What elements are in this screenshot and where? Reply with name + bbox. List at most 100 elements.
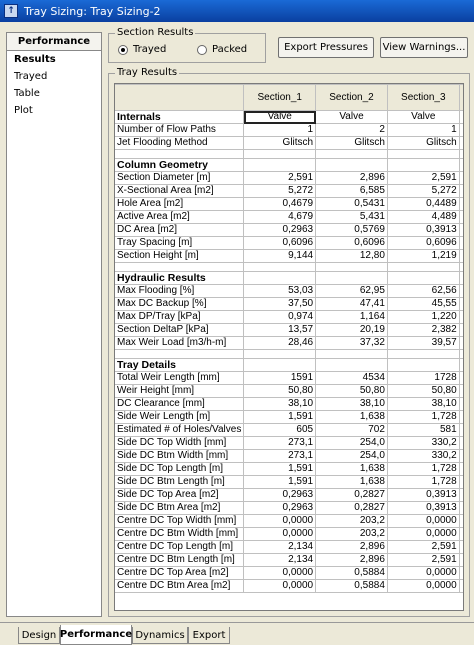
column-header-section-1[interactable]: Section_1 <box>243 84 317 111</box>
value-cell-section-1[interactable]: 37,50 <box>243 297 317 311</box>
value-cell-section-1[interactable]: 38,10 <box>243 397 317 411</box>
tab-design[interactable]: Design <box>18 627 60 644</box>
value-cell-section-2[interactable]: 50,80 <box>315 384 388 398</box>
value-cell-section-2[interactable]: 1,638 <box>315 410 388 424</box>
value-cell-section-2[interactable] <box>315 271 388 285</box>
value-cell-section-2[interactable]: 6,585 <box>315 184 388 198</box>
value-cell-section-3[interactable]: 2,591 <box>386 171 460 185</box>
value-cell-section-1[interactable] <box>243 358 317 372</box>
value-cell-section-3[interactable] <box>386 271 460 285</box>
value-cell-section-1[interactable]: 1,591 <box>243 475 317 489</box>
value-cell-section-3[interactable] <box>386 358 460 372</box>
value-cell-section-2[interactable]: 0,2827 <box>315 488 388 502</box>
value-cell-section-2[interactable]: 0,5431 <box>315 197 388 211</box>
value-cell-section-2[interactable]: 1,638 <box>315 462 388 476</box>
nav-item-table[interactable]: Table <box>7 85 101 102</box>
value-cell-section-1[interactable]: 2,591 <box>243 171 317 185</box>
export-pressures-button[interactable]: Export Pressures <box>278 37 374 58</box>
value-cell-section-1[interactable] <box>243 158 317 172</box>
value-cell-section-2[interactable]: 203,2 <box>315 514 388 528</box>
value-cell-section-2[interactable] <box>315 158 388 172</box>
value-cell-section-2[interactable]: 0,6096 <box>315 236 388 250</box>
value-cell-section-1[interactable]: 5,272 <box>243 184 317 198</box>
value-cell-section-2[interactable]: 0,2827 <box>315 501 388 515</box>
value-cell-section-1[interactable]: 0,4679 <box>243 197 317 211</box>
value-cell-section-1[interactable]: 2,134 <box>243 540 317 554</box>
value-cell-section-3[interactable]: 581 <box>386 423 460 437</box>
value-cell-section-2[interactable]: 2 <box>315 123 388 137</box>
value-cell-section-2[interactable]: 2,896 <box>315 540 388 554</box>
trayed-radio-dot[interactable] <box>118 44 128 55</box>
value-cell-section-3[interactable]: 5,272 <box>386 184 460 198</box>
value-cell-section-1[interactable]: 0,2963 <box>243 488 317 502</box>
value-cell-section-1[interactable]: 0,2963 <box>243 223 317 237</box>
value-cell-section-1[interactable]: Valve <box>243 110 317 124</box>
value-cell-section-2[interactable]: 702 <box>315 423 388 437</box>
value-cell-section-3[interactable]: 0,6096 <box>386 236 460 250</box>
value-cell-section-3[interactable] <box>386 158 460 172</box>
value-cell-section-2[interactable]: 62,95 <box>315 284 388 298</box>
value-cell-section-3[interactable]: 62,56 <box>386 284 460 298</box>
tab-dynamics[interactable]: Dynamics <box>132 627 188 644</box>
nav-item-trayed[interactable]: Trayed <box>7 68 101 85</box>
value-cell-section-3[interactable]: 0,0000 <box>386 566 460 580</box>
value-cell-section-3[interactable]: Valve <box>386 110 460 124</box>
value-cell-section-1[interactable]: 605 <box>243 423 317 437</box>
view-warnings-button[interactable]: View Warnings... <box>380 37 468 58</box>
value-cell-section-3[interactable]: 0,3913 <box>386 223 460 237</box>
value-cell-section-1[interactable]: 1,591 <box>243 410 317 424</box>
value-cell-section-3[interactable]: 1728 <box>386 371 460 385</box>
value-cell-section-3[interactable]: 2,591 <box>386 540 460 554</box>
value-cell-section-3[interactable]: 1,728 <box>386 475 460 489</box>
value-cell-section-2[interactable]: 0,5884 <box>315 579 388 593</box>
value-cell-section-2[interactable]: 1,638 <box>315 475 388 489</box>
value-cell-section-3[interactable]: 39,57 <box>386 336 460 350</box>
value-cell-section-3[interactable]: 4,489 <box>386 210 460 224</box>
value-cell-section-3[interactable]: 1,219 <box>386 249 460 263</box>
packed-radio[interactable]: Packed <box>197 44 247 55</box>
value-cell-section-1[interactable]: 1,591 <box>243 462 317 476</box>
value-cell-section-3[interactable]: 1,220 <box>386 310 460 324</box>
value-cell-section-3[interactable]: Glitsch <box>386 136 460 150</box>
tab-performance[interactable]: Performance <box>60 625 132 645</box>
value-cell-section-1[interactable]: 0,974 <box>243 310 317 324</box>
value-cell-section-3[interactable]: 0,0000 <box>386 579 460 593</box>
value-cell-section-1[interactable]: 50,80 <box>243 384 317 398</box>
value-cell-section-1[interactable] <box>243 271 317 285</box>
nav-item-results[interactable]: Results <box>7 51 101 68</box>
value-cell-section-1[interactable]: 0,0000 <box>243 527 317 541</box>
value-cell-section-1[interactable]: 273,1 <box>243 436 317 450</box>
column-header-section-2[interactable]: Section_2 <box>315 84 388 111</box>
value-cell-section-2[interactable]: 254,0 <box>315 449 388 463</box>
value-cell-section-1[interactable]: 0,6096 <box>243 236 317 250</box>
tray-results-grid[interactable]: Section_1 Section_2 Section_3 Internals V… <box>114 83 464 611</box>
value-cell-section-3[interactable]: 330,2 <box>386 436 460 450</box>
tab-export[interactable]: Export <box>188 627 230 644</box>
value-cell-section-1[interactable]: 0,0000 <box>243 579 317 593</box>
value-cell-section-2[interactable] <box>315 358 388 372</box>
nav-item-plot[interactable]: Plot <box>7 102 101 119</box>
packed-radio-dot[interactable] <box>197 44 207 55</box>
value-cell-section-2[interactable]: 5,431 <box>315 210 388 224</box>
value-cell-section-1[interactable]: 0,0000 <box>243 514 317 528</box>
column-header-section-3[interactable]: Section_3 <box>386 84 460 111</box>
value-cell-section-1[interactable]: 53,03 <box>243 284 317 298</box>
value-cell-section-2[interactable]: 254,0 <box>315 436 388 450</box>
value-cell-section-2[interactable]: 2,896 <box>315 553 388 567</box>
value-cell-section-1[interactable]: 9,144 <box>243 249 317 263</box>
value-cell-section-3[interactable]: 50,80 <box>386 384 460 398</box>
value-cell-section-3[interactable]: 1 <box>386 123 460 137</box>
value-cell-section-3[interactable]: 1,728 <box>386 462 460 476</box>
value-cell-section-1[interactable]: 28,46 <box>243 336 317 350</box>
value-cell-section-3[interactable]: 0,4489 <box>386 197 460 211</box>
value-cell-section-1[interactable]: 0,0000 <box>243 566 317 580</box>
value-cell-section-3[interactable]: 1,728 <box>386 410 460 424</box>
value-cell-section-3[interactable]: 0,3913 <box>386 488 460 502</box>
value-cell-section-2[interactable]: Glitsch <box>315 136 388 150</box>
value-cell-section-1[interactable]: 1 <box>243 123 317 137</box>
value-cell-section-2[interactable]: Valve <box>315 110 388 124</box>
value-cell-section-3[interactable]: 0,0000 <box>386 514 460 528</box>
value-cell-section-3[interactable]: 0,0000 <box>386 527 460 541</box>
value-cell-section-3[interactable]: 2,382 <box>386 323 460 337</box>
value-cell-section-2[interactable]: 203,2 <box>315 527 388 541</box>
